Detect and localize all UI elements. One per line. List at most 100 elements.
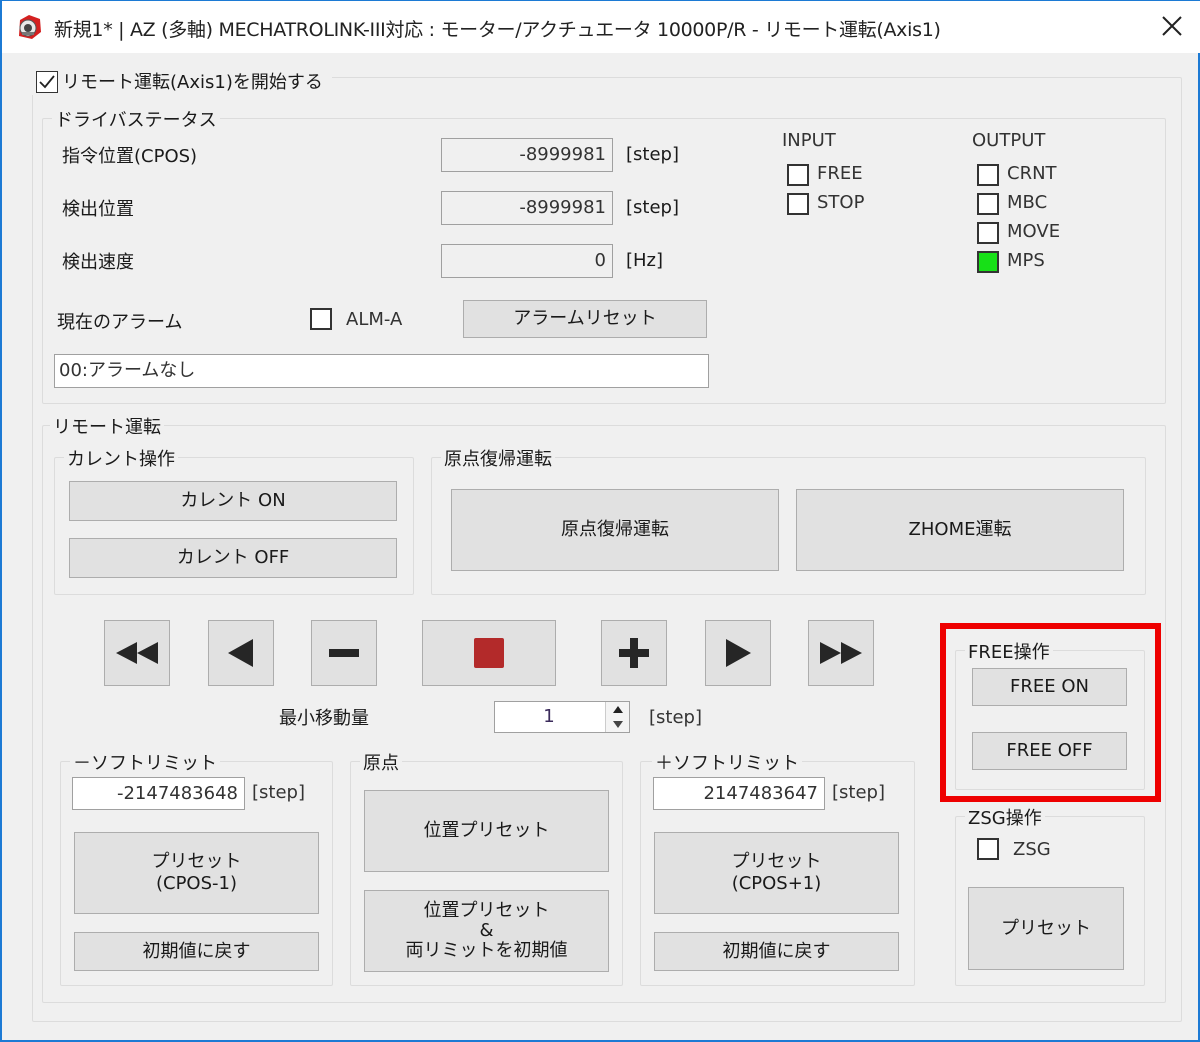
- min-move-spinbox[interactable]: 1: [494, 701, 630, 733]
- arrow-up-icon: [613, 706, 623, 713]
- close-icon: [1161, 15, 1183, 37]
- close-button[interactable]: [1144, 1, 1200, 51]
- current-alarm-label: 現在のアラーム: [57, 308, 182, 334]
- current-off-button[interactable]: カレント OFF: [69, 538, 397, 578]
- free-off-button[interactable]: FREE OFF: [972, 732, 1127, 770]
- alm-a-indicator: [310, 308, 332, 330]
- output-move-label: MOVE: [1007, 221, 1060, 242]
- output-move-indicator: [977, 222, 999, 244]
- forward-button[interactable]: [705, 620, 771, 686]
- position-preset-label: 位置プリセット: [424, 820, 550, 842]
- negative-limit-reset-button[interactable]: 初期値に戻す: [74, 932, 319, 971]
- spin-arrows: [605, 702, 629, 732]
- min-move-unit: [step]: [649, 707, 702, 728]
- min-move-label: 最小移動量: [279, 704, 369, 730]
- minus-icon: [329, 648, 359, 658]
- position-preset-reset-limits-label: 位置プリセット & 両リミットを初期値: [406, 901, 568, 961]
- remote-start-checkbox[interactable]: [36, 71, 58, 93]
- positive-limit-reset-label: 初期値に戻す: [723, 941, 831, 963]
- output-crnt-indicator: [977, 164, 999, 186]
- detected-speed-label: 検出速度: [62, 248, 134, 274]
- plus-step-button[interactable]: [601, 620, 667, 686]
- remote-start-label: リモート運転(Axis1)を開始する: [62, 68, 323, 94]
- detected-speed-value: 0: [441, 244, 613, 278]
- homing-button[interactable]: 原点復帰運転: [451, 489, 779, 571]
- positive-soft-limit-unit: [step]: [832, 782, 885, 803]
- current-operation-title: カレント操作: [64, 445, 178, 471]
- spin-up-button[interactable]: [606, 702, 629, 717]
- fast-reverse-icon: [114, 640, 160, 666]
- remote-operation-window: 新規1* | AZ (多軸) MECHATROLINK-III対応 : モーター…: [0, 0, 1200, 1042]
- zsg-label: ZSG: [1013, 839, 1051, 860]
- free-off-button-label: FREE OFF: [1006, 740, 1092, 762]
- preset-cpos-minus-button[interactable]: プリセット (CPOS-1): [74, 832, 319, 914]
- preset-cpos-plus-button[interactable]: プリセット (CPOS+1): [654, 832, 899, 914]
- driver-status-title: ドライバステータス: [52, 106, 220, 132]
- current-on-button-label: カレント ON: [180, 490, 285, 512]
- reverse-button[interactable]: [208, 620, 274, 686]
- origin-title: 原点: [360, 749, 402, 775]
- current-on-button[interactable]: カレント ON: [69, 481, 397, 521]
- cpos-unit: [step]: [626, 144, 679, 165]
- stop-icon: [474, 638, 504, 668]
- output-mbc-indicator: [977, 193, 999, 215]
- arrow-down-icon: [613, 721, 623, 728]
- negative-soft-limit-value[interactable]: -2147483648: [72, 777, 245, 810]
- positive-soft-limit-title: ＋ソフトリミット: [652, 749, 802, 775]
- detected-speed-unit: [Hz]: [626, 250, 663, 271]
- zhome-button[interactable]: ZHOME運転: [796, 489, 1124, 571]
- zhome-button-label: ZHOME運転: [909, 519, 1012, 541]
- window-title: 新規1* | AZ (多軸) MECHATROLINK-III対応 : モーター…: [54, 15, 941, 42]
- input-stop-label: STOP: [817, 192, 864, 213]
- detected-position-label: 検出位置: [62, 195, 134, 221]
- forward-icon: [723, 638, 753, 668]
- input-title: INPUT: [782, 130, 836, 151]
- fast-reverse-button[interactable]: [104, 620, 170, 686]
- spin-down-button[interactable]: [606, 717, 629, 732]
- free-on-button[interactable]: FREE ON: [972, 668, 1127, 706]
- fast-forward-button[interactable]: [808, 620, 874, 686]
- fast-forward-icon: [818, 640, 864, 666]
- output-mps-indicator: [977, 251, 999, 273]
- alarm-reset-button[interactable]: アラームリセット: [463, 300, 707, 338]
- positive-limit-reset-button[interactable]: 初期値に戻す: [654, 932, 899, 971]
- detected-position-unit: [step]: [626, 197, 679, 218]
- input-free-label: FREE: [817, 163, 863, 184]
- output-mbc-label: MBC: [1007, 192, 1047, 213]
- title-bar: 新規1* | AZ (多軸) MECHATROLINK-III対応 : モーター…: [2, 1, 1200, 53]
- zsg-indicator: [977, 838, 999, 860]
- output-title: OUTPUT: [972, 130, 1045, 151]
- position-preset-reset-limits-button[interactable]: 位置プリセット & 両リミットを初期値: [364, 890, 609, 972]
- zsg-preset-label: プリセット: [1001, 918, 1091, 940]
- app-logo-icon: [16, 14, 42, 40]
- negative-soft-limit-unit: [step]: [252, 782, 305, 803]
- remote-operation-title: リモート運転: [50, 413, 164, 439]
- positive-soft-limit-value[interactable]: 2147483647: [653, 777, 825, 810]
- stop-button[interactable]: [422, 620, 556, 686]
- negative-limit-reset-label: 初期値に戻す: [143, 941, 251, 963]
- checkmark-icon: [37, 72, 57, 92]
- alm-a-label: ALM-A: [346, 309, 402, 330]
- input-stop-indicator: [787, 193, 809, 215]
- min-move-value[interactable]: 1: [495, 702, 603, 732]
- current-off-button-label: カレント OFF: [177, 547, 290, 569]
- output-crnt-label: CRNT: [1007, 163, 1057, 184]
- preset-cpos-minus-label: プリセット (CPOS-1): [152, 851, 242, 895]
- output-mps-label: MPS: [1007, 250, 1045, 271]
- alarm-reset-button-label: アラームリセット: [513, 308, 656, 330]
- remote-start-row: リモート運転(Axis1)を開始する: [32, 65, 332, 95]
- free-operation-title: FREE操作: [965, 638, 1053, 664]
- detected-position-value: -8999981: [441, 191, 613, 225]
- negative-soft-limit-title: －ソフトリミット: [70, 749, 220, 775]
- minus-step-button[interactable]: [311, 620, 377, 686]
- preset-cpos-plus-label: プリセット (CPOS+1): [732, 851, 822, 895]
- cpos-value: -8999981: [441, 138, 613, 172]
- position-preset-button[interactable]: 位置プリセット: [364, 790, 609, 872]
- plus-icon: [619, 638, 649, 668]
- homing-title: 原点復帰運転: [441, 445, 555, 471]
- cpos-label: 指令位置(CPOS): [62, 142, 197, 168]
- zsg-operation-title: ZSG操作: [965, 804, 1045, 830]
- free-on-button-label: FREE ON: [1010, 676, 1089, 698]
- zsg-preset-button[interactable]: プリセット: [968, 887, 1124, 970]
- input-free-indicator: [787, 164, 809, 186]
